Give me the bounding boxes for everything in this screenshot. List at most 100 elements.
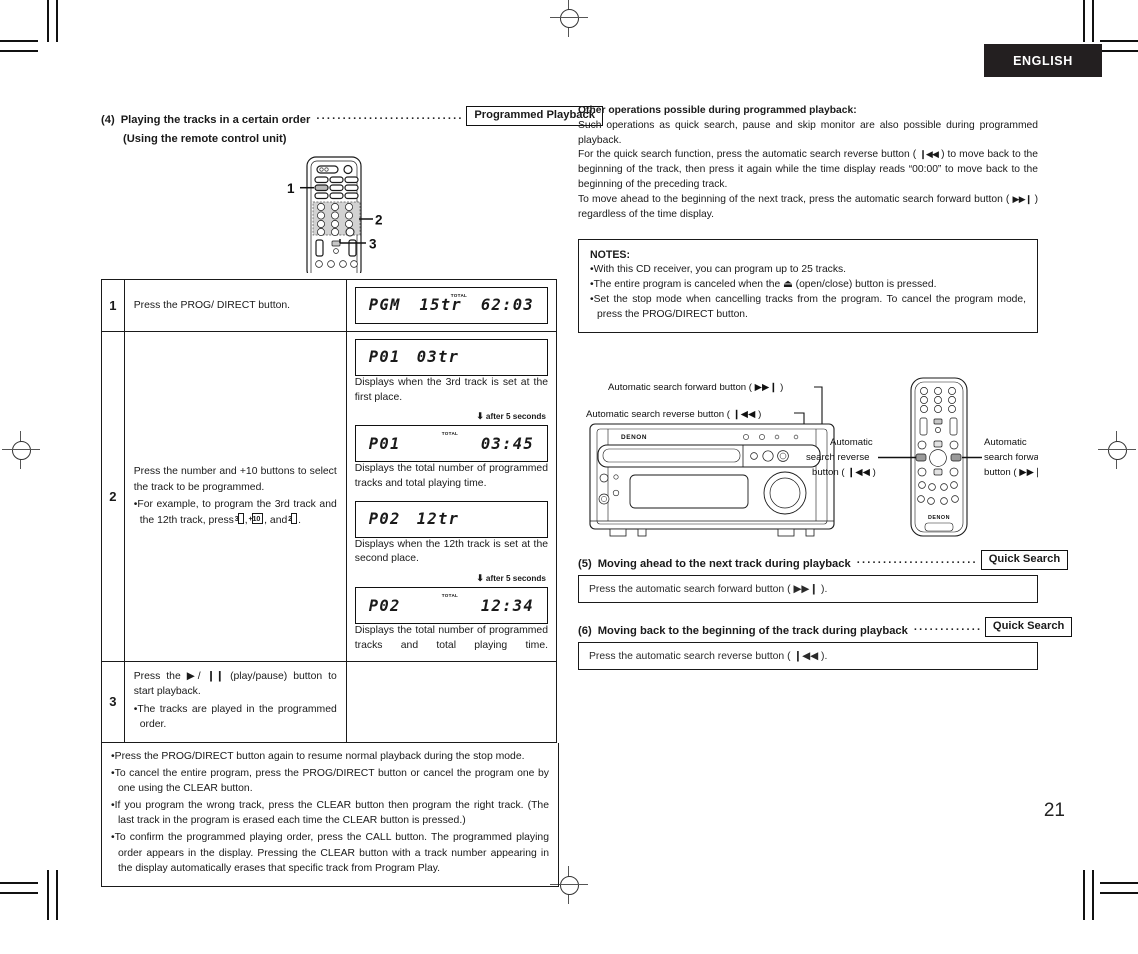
brand-label-remote: DENON bbox=[928, 515, 950, 521]
crop-mark bbox=[1100, 892, 1138, 894]
remote-label-fwd-line1: Automatic bbox=[984, 437, 1027, 448]
lcd-left-segment: P02 bbox=[368, 596, 401, 615]
note-text: The entire program is canceled when the … bbox=[593, 278, 937, 290]
footer-bullet: •If you program the wrong track, press t… bbox=[111, 799, 549, 827]
right-column: Other operations possible during program… bbox=[578, 104, 1073, 670]
note-item: •Set the stop mode when cancelling track… bbox=[590, 293, 1026, 320]
lcd-display-pgm: TOTAL PGM 15tr 62:03 bbox=[354, 286, 548, 324]
quick-search-tag-6: Quick Search bbox=[984, 616, 1073, 637]
lcd-display-p02-time: TOTAL P02 12:34 bbox=[354, 587, 548, 624]
after-label-2: after 5 seconds bbox=[485, 574, 546, 584]
footer-bullet: •Press the PROG/DIRECT button again to r… bbox=[111, 750, 525, 762]
lcd-right-segment: 03:45 bbox=[480, 434, 534, 453]
display-caption-1: Displays when the 3rd track is set at th… bbox=[354, 376, 548, 403]
keycap-2: 2 bbox=[288, 513, 298, 525]
notes-box: NOTES: •With this CD receiver, you can p… bbox=[578, 238, 1038, 333]
step-3-bullet: •The tracks are played in the programmed… bbox=[133, 703, 337, 731]
procedure-table: 1 Press the PROG/ DIRECT button. TOTAL P… bbox=[101, 278, 558, 743]
step-number: 3 bbox=[101, 660, 125, 743]
lcd-left-segment: P01 bbox=[368, 434, 401, 453]
lcd-right-segment: 62:03 bbox=[480, 296, 534, 315]
crop-mark bbox=[0, 50, 38, 52]
remote-label-fwd-line2: search forward bbox=[984, 452, 1038, 463]
section-4-title: Playing the tracks in a certain order bbox=[120, 113, 311, 126]
registration-mark bbox=[2, 431, 40, 469]
table-row: 2 Press the number and +10 buttons to se… bbox=[101, 330, 558, 662]
footer-bullet-text: To confirm the programmed playing order,… bbox=[114, 832, 549, 875]
lcd-display-p01-track: P01 03tr bbox=[354, 338, 548, 376]
after-5-seconds-1: ⬇ after 5 seconds bbox=[355, 410, 546, 423]
lcd-left-segment: P01 bbox=[368, 348, 401, 367]
note-item: •The entire program is canceled when the… bbox=[590, 278, 937, 290]
note-text: Set the stop mode when cancelling tracks… bbox=[593, 293, 1026, 320]
display-caption-3: Displays when the 12th track is set at t… bbox=[354, 538, 548, 565]
quick-search-tag-5: Quick Search bbox=[980, 550, 1069, 570]
section-4-header: (4) Playing the tracks in a certain orde… bbox=[101, 106, 603, 126]
section-5-header: (5) Moving ahead to the next track durin… bbox=[578, 550, 1069, 570]
p2-text-a: For the quick search function, press the… bbox=[578, 149, 920, 161]
footer-bullet-text: Press the PROG/DIRECT button again to re… bbox=[114, 750, 525, 762]
down-arrow-icon: ⬇ bbox=[476, 573, 484, 584]
lcd-left-segment: PGM bbox=[368, 296, 401, 315]
section-6-number: (6) bbox=[578, 624, 592, 637]
notes-heading: NOTES: bbox=[590, 248, 631, 261]
total-flag-label: TOTAL bbox=[441, 431, 459, 437]
keycap-plus10: +10 bbox=[249, 513, 264, 525]
step-3-text: Press the ▶/ ❙❙ (play/pause) button to s… bbox=[133, 670, 337, 698]
remote-label-rev-line2: search reverse bbox=[806, 452, 869, 463]
footer-bullet-text: If you program the wrong track, press th… bbox=[114, 799, 549, 827]
crop-mark bbox=[56, 0, 58, 42]
search-reverse-icon: ❙◀◀ bbox=[919, 149, 939, 160]
sep-3: . bbox=[298, 514, 302, 526]
step-2-bullet: •For example, to program the 3rd track a… bbox=[133, 499, 337, 526]
step-display-cell: P01 03tr Displays when the 3rd track is … bbox=[345, 330, 558, 662]
crop-mark bbox=[1092, 870, 1094, 920]
step-description: Press the ▶/ ❙❙ (play/pause) button to s… bbox=[123, 660, 347, 743]
note-item: •With this CD receiver, you can program … bbox=[590, 263, 846, 275]
section-4-subtitle: (Using the remote control unit) bbox=[123, 132, 287, 145]
remote-callout-3: 3 bbox=[369, 236, 377, 251]
crop-mark bbox=[1092, 0, 1094, 42]
display-caption-4: Displays the total number of programmed … bbox=[354, 625, 548, 651]
remote-label-rev-line1: Automatic bbox=[830, 437, 873, 448]
left-column: (4) Playing the tracks in a certain orde… bbox=[101, 106, 603, 887]
page-number: 21 bbox=[1043, 800, 1065, 821]
step-display-cell-empty bbox=[345, 660, 558, 743]
section-6-header: (6) Moving back to the beginning of the … bbox=[578, 616, 1073, 637]
registration-mark bbox=[550, 866, 588, 904]
step-display-cell: TOTAL PGM 15tr 62:03 bbox=[345, 278, 558, 332]
lcd-left-segment: P02 bbox=[368, 510, 401, 529]
step-number: 1 bbox=[101, 278, 125, 332]
section-5-body: Press the automatic search forward butto… bbox=[578, 574, 1038, 603]
leader-dots: ··················· bbox=[913, 623, 981, 636]
remote-control-illustration-top: 1 2 3 bbox=[101, 151, 559, 273]
footer-bullet-text: To cancel the entire program, press the … bbox=[114, 767, 549, 795]
label-auto-search-forward: Automatic search forward button ( ▶▶❙ ) bbox=[608, 382, 783, 393]
after-label-1: after 5 seconds bbox=[485, 412, 546, 422]
step-2-text: Press the number and +10 buttons to sele… bbox=[133, 465, 337, 493]
table-footer-notes: •Press the PROG/DIRECT button again to r… bbox=[101, 742, 559, 887]
table-row: 1 Press the PROG/ DIRECT button. TOTAL P… bbox=[101, 278, 558, 332]
search-forward-icon: ▶▶❙ bbox=[1012, 193, 1033, 204]
crop-mark bbox=[1083, 870, 1085, 920]
crop-mark bbox=[0, 882, 38, 884]
lcd-mid-segment: 12tr bbox=[416, 510, 460, 529]
other-operations-block: Other operations possible during program… bbox=[578, 104, 1038, 223]
step-number: 2 bbox=[101, 330, 125, 662]
table-row: 3 Press the ▶/ ❙❙ (play/pause) button to… bbox=[101, 660, 558, 743]
device-diagram: Automatic search forward button ( ▶▶❙ ) … bbox=[578, 375, 1038, 540]
lcd-display-p01-time: TOTAL P01 03:45 bbox=[354, 425, 548, 463]
crop-mark bbox=[1100, 882, 1138, 884]
brand-label-receiver: DENON bbox=[621, 434, 647, 441]
p3-text-a: To move ahead to the beginning of the ne… bbox=[578, 193, 1013, 205]
section-6-title: Moving back to the beginning of the trac… bbox=[597, 624, 908, 637]
remote-callout-1: 1 bbox=[287, 181, 295, 196]
crop-mark bbox=[47, 0, 49, 42]
leader-dots: ································· bbox=[316, 112, 463, 125]
step-description: Press the number and +10 buttons to sele… bbox=[123, 330, 347, 662]
display-caption-2: Displays the total number of programmed … bbox=[354, 463, 548, 489]
lcd-right-segment: 12:34 bbox=[480, 596, 534, 615]
remote-callout-2: 2 bbox=[375, 212, 383, 227]
registration-mark bbox=[1098, 431, 1136, 469]
sep-2: , and bbox=[264, 514, 291, 526]
